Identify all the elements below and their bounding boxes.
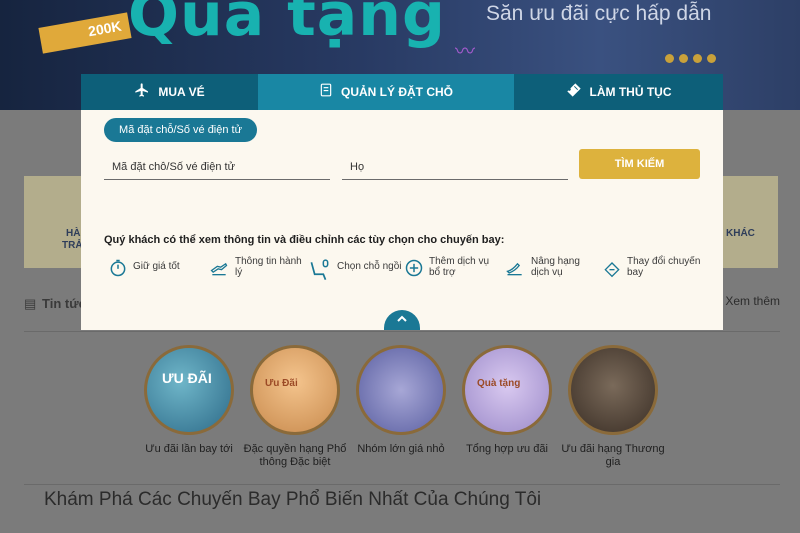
- side-card-right[interactable]: KHÁC: [722, 176, 778, 268]
- news-icon: ▤: [24, 296, 37, 311]
- service-label: Giữ giá tốt: [133, 261, 180, 272]
- chevron-up-icon: [397, 315, 407, 322]
- change-ticket-icon: [604, 262, 620, 278]
- service-change-flight[interactable]: Thay đổi chuyến bay: [602, 256, 703, 286]
- promo-item[interactable]: Ưu Đãi Đặc quyền hạng Phổ thông Đặc biệt: [240, 345, 350, 469]
- carousel-dot[interactable]: [707, 54, 716, 63]
- promo-image-text: Ưu Đãi: [265, 378, 298, 389]
- promo-image[interactable]: ƯU ĐÃI: [144, 345, 234, 435]
- hero-badge: 200K: [38, 12, 132, 54]
- booking-widget: MUA VÉ QUẢN LÝ ĐẶT CHỖ LÀM THỦ TỤC Mã đặ…: [81, 74, 723, 330]
- tab-label: MUA VÉ: [158, 85, 205, 99]
- view-more-link[interactable]: Xem thêm: [725, 294, 780, 308]
- promo-label[interactable]: Ưu đãi hạng Thương gia: [558, 443, 668, 469]
- tab-check-in[interactable]: LÀM THỦ TỤC: [514, 74, 723, 110]
- baggage-icon: [210, 262, 228, 276]
- plane-icon: [134, 82, 150, 102]
- news-title: Tin tức: [42, 296, 86, 311]
- booking-code-option[interactable]: Mã đặt chỗ/Số vé điện tử: [104, 118, 257, 142]
- promo-image[interactable]: Ưu Đãi: [250, 345, 340, 435]
- service-upgrade[interactable]: Nâng hạng dịch vụ: [504, 256, 601, 286]
- service-label: Thông tin hành lý: [235, 256, 302, 278]
- service-hold-fare[interactable]: Giữ giá tốt: [108, 256, 180, 286]
- carousel-dots[interactable]: [665, 50, 721, 68]
- last-name-input[interactable]: [342, 154, 568, 180]
- promo-label[interactable]: Đặc quyền hạng Phổ thông Đặc biệt: [240, 443, 350, 469]
- section-divider: [24, 484, 780, 485]
- explore-heading: Khám Phá Các Chuyến Bay Phổ Biến Nhất Củ…: [44, 489, 542, 510]
- promo-image-text: Quà tặng: [477, 378, 521, 389]
- collapse-button[interactable]: [384, 310, 420, 330]
- promo-image-text: ƯU ĐÃI: [162, 370, 212, 386]
- info-text: Quý khách có thể xem thông tin và điều c…: [104, 234, 505, 246]
- promo-list: ƯU ĐÃI Ưu đãi lần bay tới Ưu Đãi Đặc quy…: [134, 345, 674, 485]
- hero-tagline: Săn ưu đãi cực hấp dẫn: [486, 2, 712, 25]
- promo-label[interactable]: Nhóm lớn giá nhỏ: [346, 443, 456, 456]
- service-label: Thay đổi chuyến bay: [627, 256, 701, 278]
- promo-image[interactable]: Quà tặng: [462, 345, 552, 435]
- side-card-left[interactable]: HÀ TRẢ: [24, 176, 84, 268]
- tab-buy-ticket[interactable]: MUA VÉ: [81, 74, 258, 110]
- carousel-dot[interactable]: [679, 54, 688, 63]
- promo-item[interactable]: Nhóm lớn giá nhỏ: [346, 345, 456, 456]
- service-label: Chọn chỗ ngồi: [337, 261, 402, 272]
- service-baggage[interactable]: Thông tin hành lý: [208, 256, 305, 286]
- tab-label: QUẢN LÝ ĐẶT CHỖ: [341, 85, 453, 99]
- seat-icon: [310, 259, 329, 280]
- carousel-dot[interactable]: [665, 54, 674, 63]
- booking-tabs: MUA VÉ QUẢN LÝ ĐẶT CHỖ LÀM THỦ TỤC: [81, 74, 723, 110]
- promo-label[interactable]: Tổng hợp ưu đãi: [452, 443, 562, 456]
- search-button[interactable]: TÌM KIẾM: [579, 149, 700, 179]
- promo-item[interactable]: ƯU ĐÃI Ưu đãi lần bay tới: [134, 345, 244, 456]
- service-addon[interactable]: Thêm dịch vụ bổ trợ: [404, 256, 499, 286]
- service-list: Giữ giá tốt Thông tin hành lý Chọn chỗ n…: [104, 256, 704, 286]
- squiggle-icon: 〰: [455, 41, 475, 63]
- promo-item[interactable]: Ưu đãi hạng Thương gia: [558, 345, 668, 469]
- promo-image[interactable]: [356, 345, 446, 435]
- booking-icon: [319, 83, 333, 101]
- tab-manage-booking[interactable]: QUẢN LÝ ĐẶT CHỖ: [258, 74, 514, 110]
- tab-label: LÀM THỦ TỤC: [589, 85, 672, 99]
- promo-image[interactable]: [568, 345, 658, 435]
- service-label: Nâng hạng dịch vụ: [531, 256, 580, 278]
- side-card-right-text: KHÁC: [726, 228, 755, 239]
- plus-circle-icon: [405, 259, 423, 277]
- ticket-icon: [566, 82, 582, 102]
- service-label: Thêm dịch vụ bổ trợ: [429, 256, 490, 278]
- carousel-dot[interactable]: [693, 54, 702, 63]
- service-seat[interactable]: Chọn chỗ ngồi: [306, 256, 402, 286]
- side-card-left-text-1: HÀ: [66, 228, 81, 239]
- promo-item[interactable]: Quà tặng Tổng hợp ưu đãi: [452, 345, 562, 456]
- promo-label[interactable]: Ưu đãi lần bay tới: [134, 443, 244, 456]
- booking-code-input[interactable]: [104, 154, 330, 180]
- side-card-left-text-2: TRẢ: [62, 240, 83, 251]
- upgrade-icon: [506, 262, 522, 276]
- stopwatch-icon: [110, 259, 126, 277]
- hero-title: Quà tặng: [128, 0, 446, 50]
